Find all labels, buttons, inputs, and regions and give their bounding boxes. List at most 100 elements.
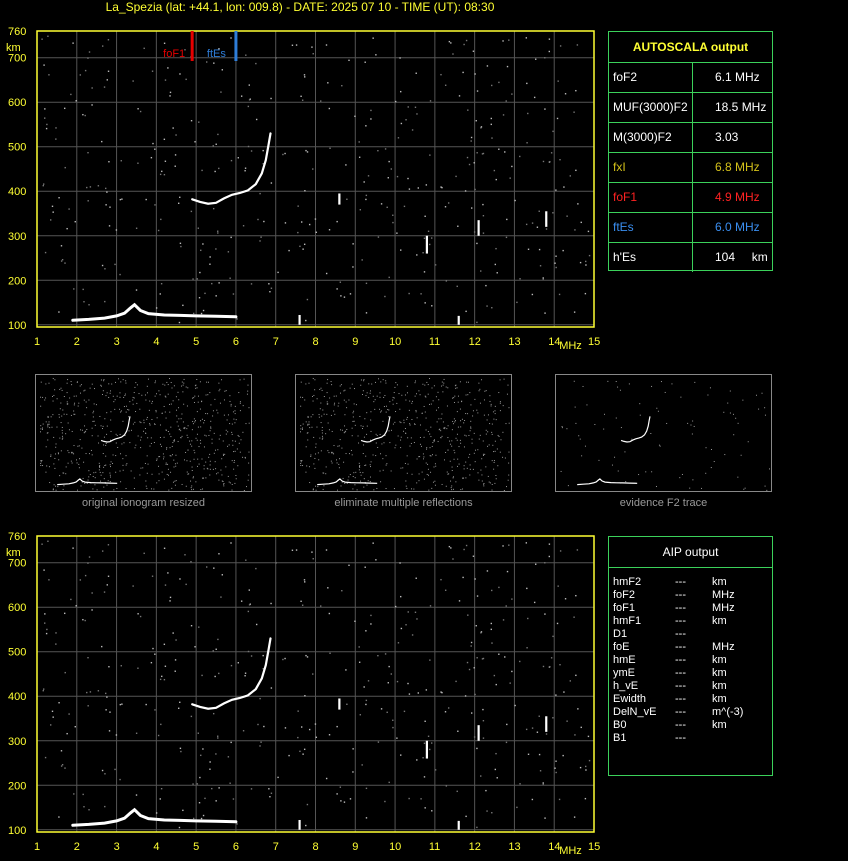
noise-point	[237, 434, 239, 436]
noise-point	[508, 422, 510, 424]
noise-point	[430, 471, 432, 473]
noise-point	[239, 402, 241, 404]
noise-point	[452, 397, 454, 399]
y-tick-label: 100	[8, 825, 26, 837]
noise-point	[376, 435, 378, 437]
noise-point	[447, 707, 450, 709]
noise-point	[58, 816, 60, 818]
noise-point	[656, 407, 658, 409]
noise-point	[445, 451, 447, 453]
noise-point	[339, 392, 341, 394]
noise-point	[378, 378, 380, 380]
noise-point	[416, 458, 418, 460]
noise-point	[355, 404, 357, 406]
noise-point	[212, 415, 214, 417]
noise-point	[175, 480, 177, 482]
noise-point	[361, 764, 363, 766]
noise-point	[180, 430, 182, 432]
noise-point	[302, 753, 304, 755]
noise-point	[84, 389, 86, 391]
noise-point	[365, 455, 367, 457]
noise-point	[485, 466, 487, 468]
noise-point	[400, 422, 402, 424]
noise-point	[486, 419, 488, 421]
noise-point	[233, 468, 235, 470]
noise-point	[427, 474, 429, 476]
noise-point	[443, 378, 445, 380]
noise-point	[198, 626, 200, 628]
noise-point	[42, 689, 44, 692]
noise-point	[559, 663, 561, 666]
noise-point	[100, 385, 102, 387]
noise-point	[485, 429, 487, 431]
noise-point	[120, 665, 122, 667]
noise-point	[447, 449, 449, 451]
noise-point	[143, 552, 145, 555]
autoscala-row: h'Es 104 km	[609, 243, 772, 272]
noise-point	[250, 655, 253, 657]
noise-point	[460, 489, 462, 491]
noise-point	[76, 462, 78, 464]
noise-point	[451, 466, 453, 468]
noise-point	[457, 458, 459, 460]
noise-point	[315, 446, 317, 448]
noise-point	[100, 425, 102, 427]
noise-point	[84, 425, 86, 427]
noise-point	[282, 658, 284, 661]
noise-point	[461, 418, 463, 420]
noise-point	[79, 439, 81, 441]
noise-point	[255, 623, 258, 626]
noise-point	[48, 423, 50, 425]
noise-point	[485, 433, 487, 435]
noise-point	[393, 397, 395, 399]
noise-point	[397, 642, 400, 644]
aip-param-value: ---	[675, 667, 686, 679]
noise-point	[325, 466, 327, 468]
noise-point	[382, 469, 384, 471]
noise-point	[233, 461, 235, 463]
noise-point	[47, 540, 49, 542]
noise-point	[400, 436, 402, 438]
noise-point	[421, 471, 423, 473]
noise-point	[91, 383, 93, 385]
noise-point	[503, 378, 505, 380]
noise-point	[156, 458, 158, 460]
noise-point	[142, 430, 144, 432]
noise-point	[238, 442, 240, 444]
noise-point	[414, 395, 416, 397]
noise-point	[40, 381, 42, 383]
noise-point	[552, 717, 554, 719]
noise-point	[106, 696, 108, 698]
noise-point	[359, 465, 361, 467]
noise-point	[87, 562, 89, 564]
noise-point	[93, 410, 95, 412]
noise-point	[122, 469, 124, 471]
noise-point	[247, 479, 249, 481]
noise-point	[392, 403, 394, 405]
noise-point	[422, 458, 424, 460]
noise-point	[369, 392, 371, 394]
noise-point	[491, 460, 493, 462]
noise-point	[379, 470, 381, 472]
noise-point	[170, 403, 172, 405]
noise-point	[352, 420, 354, 422]
aip-param-name: D1	[613, 628, 628, 640]
noise-point	[248, 462, 250, 464]
noise-point	[345, 453, 347, 455]
noise-point	[462, 488, 464, 490]
noise-point	[191, 489, 193, 491]
noise-point	[344, 389, 346, 391]
noise-point	[365, 699, 368, 702]
noise-point	[172, 400, 174, 402]
noise-point	[729, 390, 731, 392]
aip-row: foF1 --- MHz	[613, 602, 772, 615]
noise-point	[446, 471, 448, 473]
noise-point	[225, 429, 227, 431]
aip-param-name: ymE	[613, 667, 635, 679]
noise-point	[554, 767, 556, 769]
noise-point	[429, 659, 431, 661]
noise-point	[451, 429, 453, 431]
noise-point	[471, 442, 473, 444]
noise-point	[119, 408, 121, 410]
noise-point	[63, 413, 65, 415]
